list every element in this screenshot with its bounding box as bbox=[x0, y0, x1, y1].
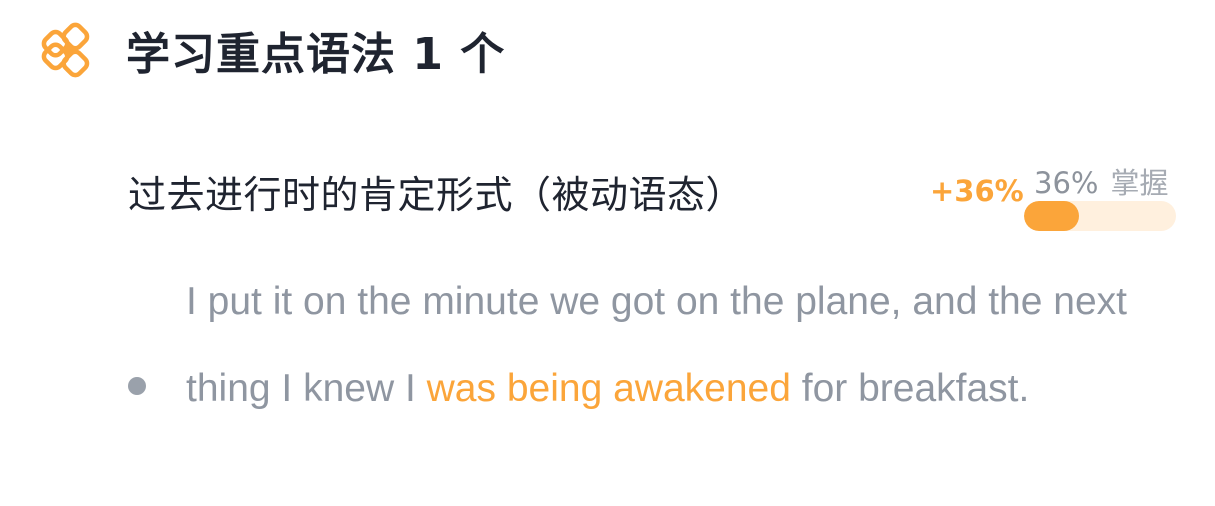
grammar-badge-icon bbox=[40, 21, 98, 79]
example-highlight: was being awakened bbox=[426, 367, 791, 410]
example-sentence: I put it on the minute we got on the pla… bbox=[186, 258, 1146, 432]
section-header: 学习重点语法 1 个 bbox=[40, 18, 505, 82]
mastery-delta: +36% bbox=[930, 174, 1024, 208]
example-text-after: for breakfast. bbox=[790, 367, 1030, 410]
mastery-progress-bar bbox=[1024, 201, 1176, 231]
section-title: 学习重点语法 1 个 bbox=[126, 29, 506, 80]
mastery-label-group: 36% 掌握 bbox=[1034, 160, 1168, 202]
grammar-card: 学习重点语法 1 个 过去进行时的肯定形式（被动语态） +36% 36% 掌握 I… bbox=[0, 0, 1215, 506]
bullet-dot-icon bbox=[128, 377, 146, 395]
grammar-point-title[interactable]: 过去进行时的肯定形式（被动语态） bbox=[128, 164, 744, 219]
mastery-progress-fill bbox=[1024, 201, 1079, 231]
mastery-word: 掌握 bbox=[1110, 166, 1169, 200]
mastery-percent: 36% bbox=[1034, 166, 1099, 200]
